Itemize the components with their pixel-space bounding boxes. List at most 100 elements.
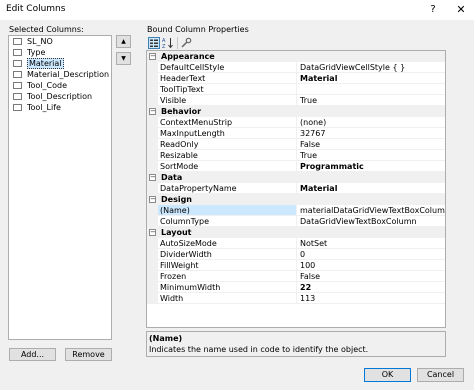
property-value[interactable]: (none)	[297, 117, 445, 128]
property-value[interactable]: DataGridViewTextBoxColumn	[297, 216, 445, 227]
cancel-button[interactable]: Cancel	[417, 368, 464, 382]
row-gutter	[147, 73, 158, 84]
move-up-button[interactable]: ▲	[116, 35, 131, 48]
column-icon	[13, 93, 22, 100]
property-value[interactable]	[297, 84, 445, 95]
property-row[interactable]: Visible True	[147, 95, 445, 106]
column-list-item[interactable]: Type	[9, 47, 111, 58]
property-value[interactable]: DataGridViewCellStyle { }	[297, 62, 445, 73]
column-name: Tool_Description	[27, 92, 93, 101]
close-button[interactable]: ✕	[452, 0, 470, 20]
category-header[interactable]: − Behavior	[147, 106, 445, 117]
property-name: DividerWidth	[158, 249, 297, 260]
collapse-toggle-icon[interactable]: −	[149, 229, 156, 236]
description-panel: (Name) Indicates the name used in code t…	[146, 331, 446, 357]
row-gutter	[147, 150, 158, 161]
property-value[interactable]: materialDataGridViewTextBoxColumn	[297, 205, 445, 216]
property-row[interactable]: FillWeight 100	[147, 260, 445, 271]
property-name: SortMode	[158, 161, 297, 172]
column-list-item[interactable]: Tool_Description	[9, 91, 111, 102]
column-list-item[interactable]: Tool_Life	[9, 102, 111, 113]
property-value[interactable]: True	[297, 95, 445, 106]
property-row[interactable]: Width 113	[147, 293, 445, 304]
help-button[interactable]: ?	[424, 0, 442, 20]
property-value[interactable]: 113	[297, 293, 445, 304]
property-value[interactable]: 32767	[297, 128, 445, 139]
property-name: FillWeight	[158, 260, 297, 271]
category-header[interactable]: − Data	[147, 172, 445, 183]
property-row[interactable]: ToolTipText	[147, 84, 445, 95]
column-list-item[interactable]: Material_Description	[9, 69, 111, 80]
column-name: Tool_Life	[27, 103, 61, 112]
categorized-icon[interactable]	[148, 37, 160, 49]
property-value[interactable]: Material	[297, 73, 445, 84]
property-name: ToolTipText	[158, 84, 297, 95]
category-header[interactable]: − Layout	[147, 227, 445, 238]
collapse-toggle-icon[interactable]: −	[149, 196, 156, 203]
property-row[interactable]: AutoSizeMode NotSet	[147, 238, 445, 249]
column-icon	[13, 71, 22, 78]
property-value[interactable]: True	[297, 150, 445, 161]
selected-columns-label: Selected Columns:	[9, 25, 84, 34]
category-header[interactable]: − Design	[147, 194, 445, 205]
collapse-toggle-icon[interactable]: −	[149, 174, 156, 181]
property-name: HeaderText	[158, 73, 297, 84]
property-value[interactable]: 0	[297, 249, 445, 260]
property-row[interactable]: DividerWidth 0	[147, 249, 445, 260]
property-name: MaxInputLength	[158, 128, 297, 139]
property-row[interactable]: Resizable True	[147, 150, 445, 161]
row-gutter	[147, 216, 158, 227]
property-value[interactable]: False	[297, 139, 445, 150]
property-row[interactable]: (Name) materialDataGridViewTextBoxColumn	[147, 205, 445, 216]
window-title: Edit Columns	[6, 4, 66, 14]
category-label: Design	[161, 195, 192, 204]
property-value[interactable]: Programmatic	[297, 161, 445, 172]
column-icon	[13, 49, 22, 56]
row-gutter	[147, 249, 158, 260]
property-row[interactable]: Frozen False	[147, 271, 445, 282]
property-row[interactable]: SortMode Programmatic	[147, 161, 445, 172]
selected-columns-list[interactable]: SL_NO Type Material Material_Description Too…	[8, 35, 112, 340]
column-list-item[interactable]: Tool_Code	[9, 80, 111, 91]
collapse-toggle-icon[interactable]: −	[149, 108, 156, 115]
property-pages-icon[interactable]	[180, 37, 192, 49]
column-list-item[interactable]: SL_NO	[9, 36, 111, 47]
svg-text:Z: Z	[162, 44, 166, 49]
row-gutter	[147, 282, 158, 293]
collapse-toggle-icon[interactable]: −	[149, 53, 156, 60]
alphabetical-sort-icon[interactable]: A Z	[162, 37, 174, 50]
property-row[interactable]: ColumnType DataGridViewTextBoxColumn	[147, 216, 445, 227]
row-gutter	[147, 293, 158, 304]
property-row[interactable]: MaxInputLength 32767	[147, 128, 445, 139]
property-row[interactable]: DataPropertyName Material	[147, 183, 445, 194]
property-row[interactable]: ReadOnly False	[147, 139, 445, 150]
property-row[interactable]: DefaultCellStyle DataGridViewCellStyle { …	[147, 62, 445, 73]
property-value[interactable]: Material	[297, 183, 445, 194]
property-value[interactable]: 100	[297, 260, 445, 271]
ok-button[interactable]: OK	[364, 368, 411, 382]
category-header[interactable]: − Appearance	[147, 51, 445, 62]
row-gutter	[147, 161, 158, 172]
row-gutter	[147, 205, 158, 216]
property-row[interactable]: ContextMenuStrip (none)	[147, 117, 445, 128]
property-value[interactable]: False	[297, 271, 445, 282]
column-icon	[13, 82, 22, 89]
row-gutter	[147, 260, 158, 271]
column-icon	[13, 38, 22, 45]
property-value[interactable]: NotSet	[297, 238, 445, 249]
remove-button[interactable]: Remove	[65, 348, 112, 361]
move-down-button[interactable]: ▼	[116, 52, 131, 65]
property-grid[interactable]: − Appearance DefaultCellStyle DataGridViewC…	[146, 50, 446, 328]
column-name: SL_NO	[27, 37, 53, 46]
property-value[interactable]: 22	[297, 282, 445, 293]
row-gutter	[147, 271, 158, 282]
column-icon	[13, 60, 22, 67]
add-button[interactable]: Add...	[9, 348, 56, 361]
property-row[interactable]: MinimumWidth 22	[147, 282, 445, 293]
property-name: Width	[158, 293, 297, 304]
column-list-item[interactable]: Material	[9, 58, 111, 69]
column-name: Material_Description	[27, 70, 110, 79]
description-title: (Name)	[149, 334, 183, 343]
property-row[interactable]: HeaderText Material	[147, 73, 445, 84]
column-icon	[13, 104, 22, 111]
